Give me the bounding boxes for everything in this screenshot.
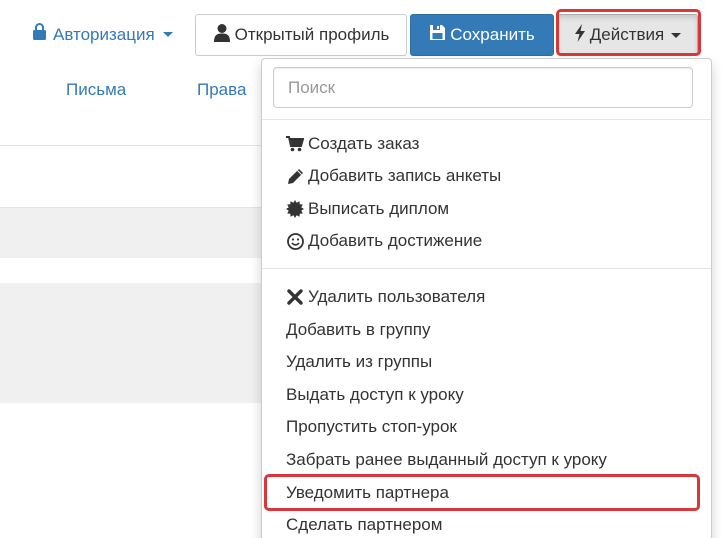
- menu-item-label: Пропустить стоп-урок: [286, 417, 457, 436]
- floppy-disk-icon: [429, 24, 446, 46]
- lock-icon: [32, 23, 47, 46]
- content-row: [0, 207, 262, 258]
- caret-down-icon: [162, 32, 173, 37]
- tab-rights[interactable]: Права: [197, 80, 246, 100]
- menu-item-label: Добавить достижение: [308, 231, 483, 250]
- menu-item-label: Добавить запись анкеты: [308, 166, 502, 185]
- menu-item-issue-diploma[interactable]: Выписать диплом: [286, 196, 449, 222]
- user-icon: [213, 23, 231, 47]
- menu-item-make-partner[interactable]: Сделать партнером: [286, 512, 442, 538]
- content-divider: [0, 145, 262, 146]
- menu-item-label: Выписать диплом: [308, 199, 450, 218]
- menu-item-label: Уведомить партнера: [286, 483, 449, 502]
- actions-dropdown-menu: Создать заказ Добавить запись анкеты Вып…: [261, 58, 712, 538]
- certificate-icon: [286, 200, 304, 218]
- save-button[interactable]: Сохранить: [410, 14, 554, 56]
- menu-item-label: Создать заказ: [308, 134, 420, 153]
- menu-item-create-order[interactable]: Создать заказ: [286, 131, 419, 157]
- menu-item-label: Забрать ранее выданный доступ к уроку: [286, 450, 607, 469]
- menu-item-grant-lesson-access[interactable]: Выдать доступ к уроку: [286, 382, 464, 408]
- menu-item-label: Сделать партнером: [286, 515, 443, 534]
- shopping-cart-icon: [286, 135, 304, 153]
- menu-item-label: Выдать доступ к уроку: [286, 385, 464, 404]
- auth-dropdown-link[interactable]: Авторизация: [32, 23, 173, 46]
- menu-divider: [262, 268, 711, 269]
- menu-item-label: Удалить из группы: [286, 352, 433, 371]
- caret-down-icon: [671, 32, 682, 38]
- toolbar: Авторизация Открытый профиль Сохранить Д…: [0, 14, 722, 56]
- content-row: [0, 283, 262, 403]
- menu-item-label: Добавить в группу: [286, 320, 431, 339]
- search-input[interactable]: [273, 67, 693, 108]
- menu-item-revoke-lesson-access[interactable]: Забрать ранее выданный доступ к уроку: [286, 447, 607, 473]
- menu-divider: [262, 119, 711, 120]
- pencil-icon: [286, 167, 304, 185]
- open-profile-label: Открытый профиль: [234, 25, 390, 44]
- tab-letters[interactable]: Письма: [66, 80, 126, 100]
- actions-label: Действия: [589, 25, 665, 44]
- menu-item-add-survey-record[interactable]: Добавить запись анкеты: [286, 163, 501, 189]
- auth-label: Авторизация: [53, 24, 155, 44]
- menu-item-add-to-group[interactable]: Добавить в группу: [286, 317, 430, 343]
- menu-item-delete-user[interactable]: Удалить пользователя: [286, 284, 485, 310]
- remove-icon: [286, 288, 304, 306]
- save-label: Сохранить: [450, 25, 535, 44]
- menu-item-skip-stop-lesson[interactable]: Пропустить стоп-урок: [286, 414, 457, 440]
- menu-item-label: Удалить пользователя: [308, 287, 486, 306]
- smile-icon: [286, 232, 304, 250]
- actions-dropdown-button[interactable]: Действия: [557, 14, 698, 56]
- flash-icon: [574, 23, 586, 47]
- menu-item-add-achievement[interactable]: Добавить достижение: [286, 228, 482, 254]
- menu-item-remove-from-group[interactable]: Удалить из группы: [286, 349, 432, 375]
- open-profile-button[interactable]: Открытый профиль: [195, 14, 407, 56]
- menu-item-notify-partner[interactable]: Уведомить партнера: [286, 480, 449, 506]
